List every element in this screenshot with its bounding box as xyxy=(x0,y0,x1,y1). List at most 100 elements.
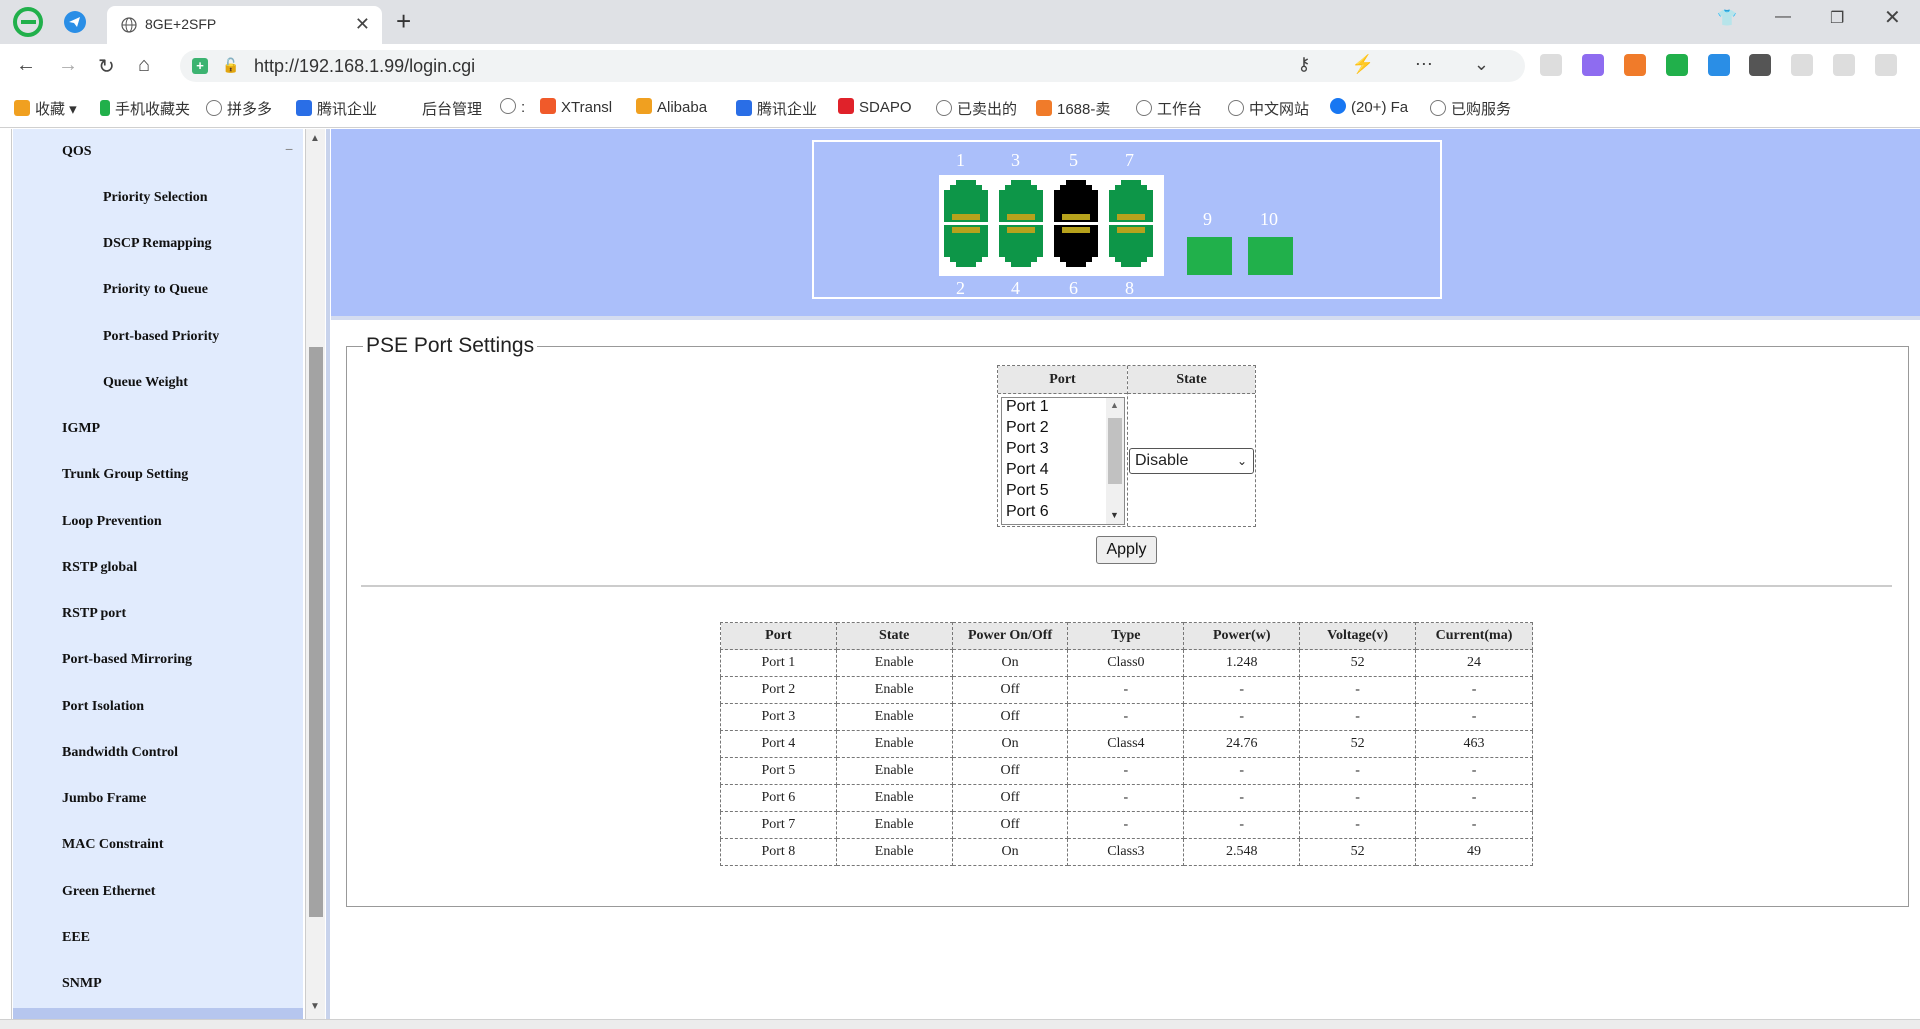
scroll-down-icon[interactable]: ▼ xyxy=(1110,510,1119,520)
bookmark-item[interactable]: 后台管理 xyxy=(422,98,482,119)
sidebar-item-snmp[interactable]: SNMP xyxy=(62,976,102,992)
table-cell: - xyxy=(1067,676,1185,704)
rj45-port[interactable] xyxy=(999,180,1043,222)
sidebar-item-queue-weight[interactable]: Queue Weight xyxy=(103,375,188,391)
undo-icon[interactable] xyxy=(1833,54,1856,76)
apply-button[interactable]: Apply xyxy=(1096,536,1157,564)
sidebar-item-mac-constraint[interactable]: MAC Constraint xyxy=(62,837,164,853)
minimize-icon[interactable]: — xyxy=(1775,8,1791,26)
close-window-icon[interactable]: ✕ xyxy=(1884,5,1901,30)
bookmark-item[interactable]: XTransl xyxy=(540,98,612,116)
game-icon[interactable] xyxy=(1623,54,1646,76)
reader-icon[interactable] xyxy=(1665,54,1688,76)
table-cell: - xyxy=(1067,784,1185,812)
bookmark-item[interactable]: 已购服务 xyxy=(1430,98,1511,119)
listbox-scrollbar[interactable]: ▲ ▼ xyxy=(1106,398,1124,524)
bookmark-item[interactable]: 手机收藏夹 xyxy=(100,98,190,119)
sfp-port-9[interactable] xyxy=(1187,237,1232,275)
tencent-icon xyxy=(296,100,312,116)
collapse-icon[interactable]: − xyxy=(285,141,293,157)
globe-icon xyxy=(121,17,137,33)
sidebar-item-rstp-port[interactable]: RSTP port xyxy=(62,606,126,622)
sidebar-item-eee[interactable]: EEE xyxy=(62,930,90,946)
shirt-icon[interactable]: 👕 xyxy=(1717,8,1737,28)
rj45-port[interactable] xyxy=(1109,180,1153,222)
scroll-down-icon[interactable]: ▼ xyxy=(310,1001,320,1012)
url-box[interactable]: + 🔓 http://192.168.1.99/login.cgi ⚷ ⚡ ⋯ … xyxy=(180,50,1525,82)
apps-icon[interactable] xyxy=(1749,54,1772,76)
bookmark-item[interactable]: 腾讯企业 xyxy=(736,98,817,119)
home-icon[interactable]: ⌂ xyxy=(138,54,150,77)
insecure-lock-icon[interactable]: 🔓 xyxy=(222,57,239,74)
browser-logo-icon[interactable] xyxy=(12,6,44,38)
translate-icon[interactable] xyxy=(1581,54,1604,76)
scrollbar-thumb[interactable] xyxy=(309,347,323,917)
bookmark-item[interactable]: 已卖出的 xyxy=(936,98,1017,119)
table-cell: Port 4 xyxy=(720,730,837,758)
sidebar-item-rstp-global[interactable]: RSTP global xyxy=(62,560,137,576)
bookmark-item[interactable]: : xyxy=(500,98,525,116)
state-select[interactable]: Disable ⌄ xyxy=(1129,448,1254,474)
sidebar-item-priority-to-queue[interactable]: Priority to Queue xyxy=(103,282,208,298)
bookmark-item[interactable]: (20+) Fa xyxy=(1330,98,1408,116)
browser-tab-active[interactable]: 8GE+2SFP ✕ xyxy=(107,6,382,44)
rj45-port[interactable] xyxy=(944,225,988,267)
download-icon[interactable] xyxy=(1791,54,1814,76)
forward-icon[interactable]: → xyxy=(58,54,78,77)
sidebar-item-dscp-remapping[interactable]: DSCP Remapping xyxy=(103,236,212,252)
scrollbar-thumb[interactable] xyxy=(1108,418,1122,484)
back-icon[interactable]: ← xyxy=(16,54,36,77)
port-listbox[interactable]: Port 1 Port 2 Port 3 Port 4 Port 5 Port … xyxy=(1001,397,1125,525)
table-cell: Port 7 xyxy=(720,811,837,839)
sidebar-item-port-based-priority[interactable]: Port-based Priority xyxy=(103,329,219,345)
bookmark-item[interactable]: 收藏 ▾ xyxy=(14,98,77,119)
rj45-port[interactable] xyxy=(1054,180,1098,222)
cast-icon[interactable] xyxy=(1707,54,1730,76)
sidebar-item-qos[interactable]: QOS xyxy=(62,144,92,160)
sidebar-item-bandwidth-control[interactable]: Bandwidth Control xyxy=(62,745,178,761)
port-number: 9 xyxy=(1203,209,1212,229)
bookmark-item[interactable]: 拼多多 xyxy=(206,98,272,119)
url-text[interactable]: http://192.168.1.99/login.cgi xyxy=(254,56,475,77)
sidebar-item-port-mirroring[interactable]: Port-based Mirroring xyxy=(62,652,192,668)
bookmark-item[interactable]: 腾讯企业 xyxy=(296,98,377,119)
reload-icon[interactable]: ↻ xyxy=(98,54,115,79)
port-option[interactable]: Port 5 xyxy=(1006,482,1049,500)
rj45-port[interactable] xyxy=(944,180,988,222)
restore-icon[interactable]: ❐ xyxy=(1830,8,1844,28)
bookmark-item[interactable]: SDAPO xyxy=(838,98,912,116)
sidebar-item-igmp[interactable]: IGMP xyxy=(62,421,100,437)
scroll-up-icon[interactable]: ▲ xyxy=(1110,400,1119,410)
rj45-port[interactable] xyxy=(999,225,1043,267)
column-header: Power On/Off xyxy=(951,622,1069,650)
scissors-icon[interactable] xyxy=(1540,54,1562,76)
sidebar-item-loop-prevention[interactable]: Loop Prevention xyxy=(62,514,162,530)
url-actions[interactable]: ⚷ ⚡ ⋯ ⌄ xyxy=(1297,54,1507,75)
scroll-up-icon[interactable]: ▲ xyxy=(310,133,320,144)
port-option[interactable]: Port 2 xyxy=(1006,419,1049,437)
sidebar-item-trunk-group[interactable]: Trunk Group Setting xyxy=(62,467,188,483)
rj45-port[interactable] xyxy=(1109,225,1153,267)
port-option[interactable]: Port 4 xyxy=(1006,461,1049,479)
bookmark-item[interactable]: 1688-卖 xyxy=(1036,98,1110,119)
port-option[interactable]: Port 3 xyxy=(1006,440,1049,458)
port-option[interactable]: Port 6 xyxy=(1006,503,1049,521)
sidebar-scrollbar[interactable]: ▲ ▼ xyxy=(305,129,325,1019)
sfp-port-10[interactable] xyxy=(1248,237,1293,275)
rj45-port[interactable] xyxy=(1054,225,1098,267)
sidebar-selected-item[interactable] xyxy=(13,1008,303,1019)
port-option[interactable]: Port 1 xyxy=(1006,398,1049,416)
sidebar-item-green-ethernet[interactable]: Green Ethernet xyxy=(62,884,155,900)
bookmark-item[interactable]: Alibaba xyxy=(636,98,707,116)
sidebar-item-priority-selection[interactable]: Priority Selection xyxy=(103,190,208,206)
telegram-icon[interactable] xyxy=(63,10,87,34)
bookmark-item[interactable]: 中文网站 xyxy=(1228,98,1309,119)
close-tab-icon[interactable]: ✕ xyxy=(355,14,370,35)
table-cell: Enable xyxy=(835,649,953,677)
new-tab-icon[interactable]: + xyxy=(396,6,411,37)
sidebar-item-port-isolation[interactable]: Port Isolation xyxy=(62,699,144,715)
menu-icon[interactable] xyxy=(1875,54,1898,76)
bookmark-item[interactable]: 工作台 xyxy=(1136,98,1202,119)
security-shield-icon[interactable]: + xyxy=(192,58,208,74)
sidebar-item-jumbo-frame[interactable]: Jumbo Frame xyxy=(62,791,146,807)
